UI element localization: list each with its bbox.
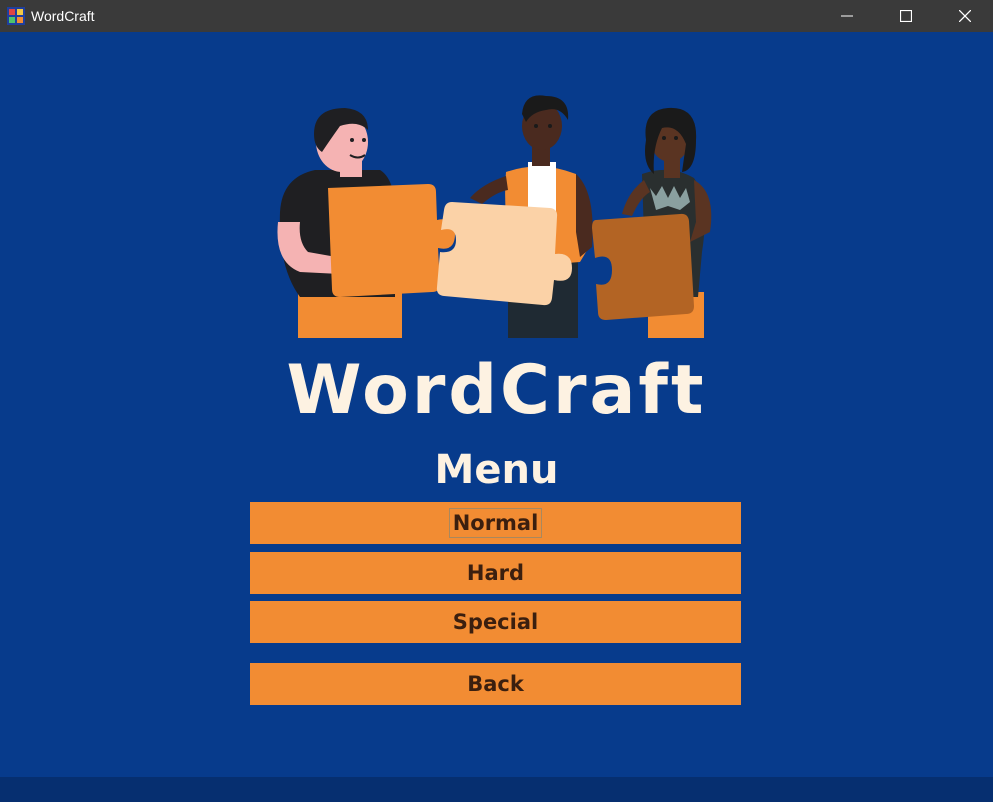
game-title: WordCraft bbox=[286, 351, 707, 430]
beige-puzzle-piece bbox=[436, 202, 572, 306]
minimize-button[interactable] bbox=[818, 0, 876, 32]
puzzle-team-illustration bbox=[277, 95, 712, 338]
window-titlebar: WordCraft bbox=[0, 0, 993, 32]
app-icon bbox=[7, 7, 25, 25]
maximize-icon bbox=[900, 10, 912, 22]
hard-button[interactable]: Hard bbox=[250, 552, 741, 594]
close-icon bbox=[959, 10, 971, 22]
menu-heading: Menu bbox=[434, 447, 559, 493]
window-title: WordCraft bbox=[31, 8, 95, 24]
hard-button-label: Hard bbox=[466, 561, 525, 585]
close-button[interactable] bbox=[936, 0, 993, 32]
maximize-button[interactable] bbox=[877, 0, 935, 32]
special-button[interactable]: Special bbox=[250, 601, 741, 643]
orange-puzzle-piece bbox=[328, 184, 455, 297]
normal-button-label: Normal bbox=[448, 508, 543, 538]
special-button-label: Special bbox=[452, 610, 539, 634]
minimize-icon bbox=[841, 15, 853, 17]
back-button-label: Back bbox=[467, 672, 524, 696]
back-button[interactable]: Back bbox=[250, 663, 741, 705]
brown-puzzle-piece bbox=[592, 213, 694, 320]
normal-button[interactable]: Normal bbox=[250, 502, 741, 544]
bottom-bar bbox=[0, 777, 993, 802]
